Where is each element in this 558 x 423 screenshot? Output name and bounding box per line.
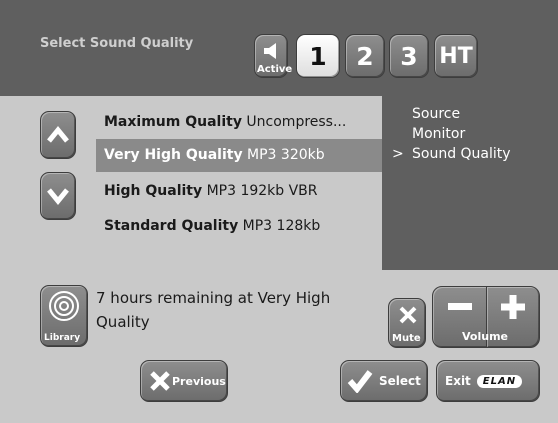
list-item[interactable]: High Quality MP3 192kb VBR: [96, 175, 382, 208]
volume-label: Volume: [462, 330, 508, 343]
sound-quality-screen: Select Sound Quality Active 1 2 3 HT Max…: [0, 0, 558, 423]
chevron-up-icon: [47, 126, 69, 143]
current-marker: >: [392, 146, 404, 162]
library-button[interactable]: Library: [40, 285, 88, 347]
quality-name: Standard Quality: [104, 218, 239, 234]
volume-control: Volume: [432, 286, 540, 348]
menu-item-label: Sound Quality: [412, 146, 511, 162]
checkmark-icon: [347, 370, 373, 393]
previous-label: Previous: [172, 374, 226, 388]
zone-1-button[interactable]: 1: [296, 34, 340, 78]
quality-name: Very High Quality: [104, 147, 243, 163]
menu-item-source[interactable]: Source: [388, 104, 556, 124]
page-title: Select Sound Quality: [40, 36, 194, 51]
library-label: Library: [44, 333, 81, 343]
quality-detail: MP3 192kb VBR: [206, 183, 318, 199]
active-label: Active: [257, 64, 293, 75]
list-item-selected[interactable]: Very High Quality MP3 320kb: [96, 139, 382, 172]
select-label: Select: [379, 374, 421, 388]
elan-logo-text: ELAN: [482, 375, 517, 387]
quality-name: Maximum Quality: [104, 114, 242, 130]
plus-icon: [501, 295, 525, 319]
mute-button[interactable]: Mute: [388, 298, 426, 348]
menu-item-sound-quality[interactable]: > Sound Quality: [388, 144, 556, 164]
quality-name: High Quality: [104, 183, 203, 199]
active-zone-button[interactable]: Active: [254, 34, 292, 78]
minus-icon: [448, 303, 472, 310]
close-icon: [399, 306, 417, 324]
quality-list: Maximum Quality Uncompress... Very High …: [96, 106, 382, 246]
quality-detail: Uncompress...: [246, 114, 347, 130]
status-message: 7 hours remaining at Very High Quality: [96, 289, 331, 331]
elan-logo: ELAN: [476, 374, 523, 388]
mute-label: Mute: [392, 333, 421, 344]
quality-detail: MP3 128kb: [242, 218, 321, 234]
list-item[interactable]: Standard Quality MP3 128kb: [96, 210, 382, 243]
zone-ht-button[interactable]: HT: [434, 34, 478, 78]
quality-detail: MP3 320kb: [247, 147, 325, 163]
zone-2-button[interactable]: 2: [345, 34, 385, 78]
scroll-up-button[interactable]: [40, 111, 76, 159]
select-button[interactable]: Select: [340, 360, 428, 402]
chevron-down-icon: [47, 188, 69, 205]
speaker-icon: [263, 43, 281, 63]
zone-3-button[interactable]: 3: [389, 34, 429, 78]
exit-label: Exit: [445, 374, 471, 388]
scroll-down-button[interactable]: [40, 172, 76, 220]
x-icon: [150, 371, 170, 391]
menu-item-monitor[interactable]: Monitor: [388, 124, 556, 144]
list-item[interactable]: Maximum Quality Uncompress...: [96, 106, 382, 138]
previous-button[interactable]: Previous: [140, 360, 228, 402]
exit-button[interactable]: Exit ELAN: [436, 360, 540, 402]
side-menu: Source Monitor > Sound Quality: [388, 104, 556, 164]
disc-icon: [49, 291, 79, 321]
